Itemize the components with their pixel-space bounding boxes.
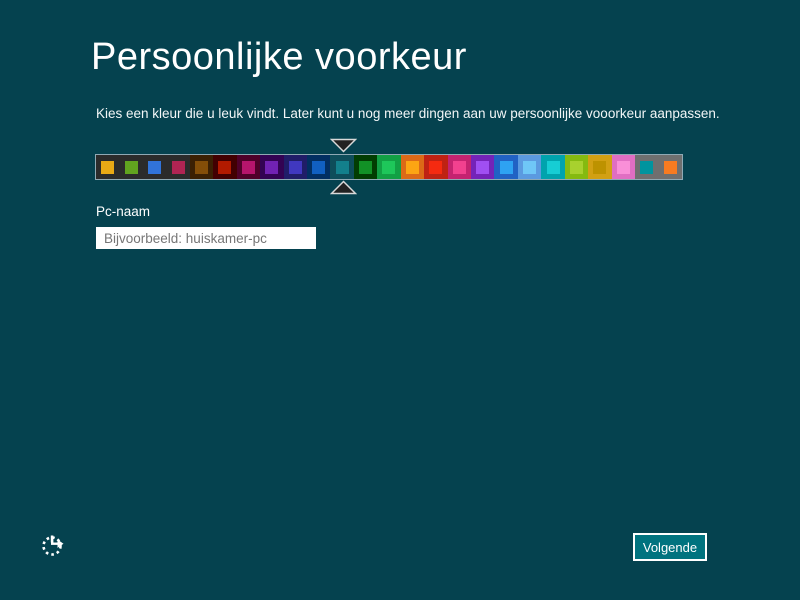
accent-swatch bbox=[382, 160, 396, 174]
accent-swatch bbox=[499, 160, 513, 174]
slider-marker-up-icon[interactable] bbox=[330, 180, 357, 195]
accent-swatch bbox=[124, 160, 138, 174]
accent-swatch bbox=[663, 160, 677, 174]
color-cell[interactable] bbox=[635, 155, 659, 179]
color-cell[interactable] bbox=[494, 155, 518, 179]
color-cell[interactable] bbox=[447, 155, 471, 179]
accent-swatch bbox=[569, 160, 583, 174]
accent-swatch bbox=[429, 160, 443, 174]
color-cell[interactable] bbox=[611, 155, 636, 179]
accent-swatch bbox=[452, 160, 466, 174]
slider-marker-down-icon[interactable] bbox=[330, 138, 357, 153]
ease-of-access-icon[interactable] bbox=[40, 532, 66, 558]
color-cell[interactable] bbox=[541, 155, 565, 179]
color-cell[interactable] bbox=[564, 155, 589, 179]
color-cell[interactable] bbox=[658, 155, 682, 179]
color-cell[interactable] bbox=[353, 155, 378, 179]
color-cell[interactable] bbox=[213, 155, 237, 179]
personalize-screen: Persoonlijke voorkeur Kies een kleur die… bbox=[0, 0, 800, 600]
accent-swatch bbox=[101, 160, 115, 174]
pc-name-label: Pc-naam bbox=[96, 204, 151, 219]
color-cell[interactable] bbox=[377, 155, 401, 179]
accent-swatch bbox=[148, 160, 162, 174]
color-cell[interactable] bbox=[236, 155, 261, 179]
color-cell[interactable] bbox=[424, 155, 448, 179]
color-cell[interactable] bbox=[119, 155, 143, 179]
accent-swatch bbox=[241, 160, 255, 174]
accent-swatch bbox=[476, 160, 490, 174]
accent-swatch bbox=[405, 160, 419, 174]
accent-swatch bbox=[265, 160, 279, 174]
color-cell[interactable] bbox=[588, 155, 612, 179]
color-cell[interactable] bbox=[306, 155, 331, 179]
page-title: Persoonlijke voorkeur bbox=[91, 36, 467, 78]
color-cell[interactable] bbox=[96, 155, 120, 179]
accent-swatch bbox=[194, 160, 208, 174]
accent-swatch bbox=[593, 160, 607, 174]
accent-swatch bbox=[335, 160, 349, 174]
color-cell[interactable] bbox=[189, 155, 214, 179]
accent-swatch bbox=[218, 160, 232, 174]
color-strip[interactable] bbox=[95, 154, 683, 180]
color-cell[interactable] bbox=[471, 155, 495, 179]
color-cell[interactable] bbox=[260, 155, 284, 179]
color-cell[interactable] bbox=[517, 155, 542, 179]
color-cell[interactable] bbox=[400, 155, 425, 179]
accent-swatch bbox=[288, 160, 302, 174]
accent-swatch bbox=[616, 160, 630, 174]
accent-swatch bbox=[359, 160, 373, 174]
color-cell[interactable] bbox=[283, 155, 307, 179]
accent-swatch bbox=[312, 160, 326, 174]
color-cell[interactable] bbox=[166, 155, 190, 179]
color-cell[interactable] bbox=[142, 155, 167, 179]
accent-swatch bbox=[546, 160, 560, 174]
accent-swatch bbox=[640, 160, 654, 174]
instruction-text: Kies een kleur die u leuk vindt. Later k… bbox=[96, 106, 720, 121]
next-button[interactable]: Volgende bbox=[633, 533, 707, 561]
accent-swatch bbox=[171, 160, 185, 174]
pc-name-input[interactable] bbox=[96, 227, 316, 249]
color-cell-selected[interactable] bbox=[330, 155, 354, 179]
accent-swatch bbox=[523, 160, 537, 174]
